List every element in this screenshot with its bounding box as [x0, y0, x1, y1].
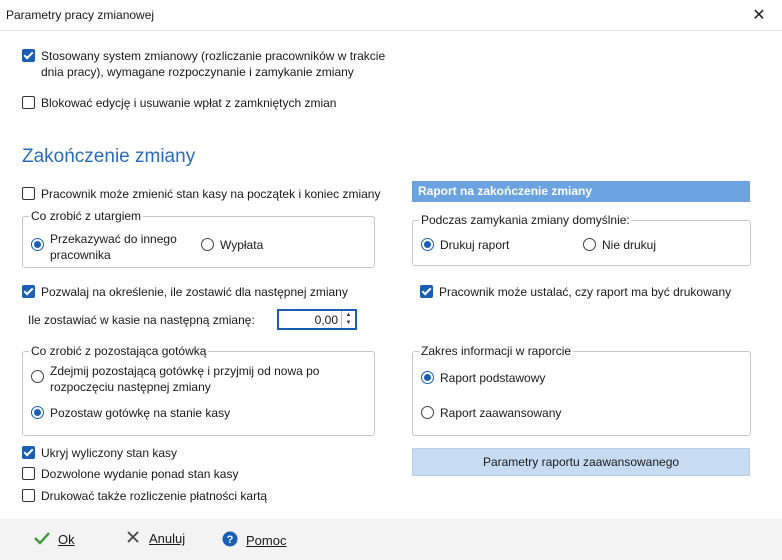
scope-option-advanced[interactable]: Raport zaawansowany	[421, 405, 561, 421]
shift-system-label-2: dnia pracy), wymagane rozpoczynanie i za…	[41, 65, 354, 79]
close-icon[interactable]: ✕	[736, 0, 782, 30]
remaining-group-title: Co zrobić z pozostająca gotówką	[29, 344, 209, 358]
change-cash-checkbox[interactable]: Pracownik może zmienić stan kasy na pocz…	[22, 186, 380, 202]
print-card-label: Drukować także rozliczenie płatności kar…	[41, 489, 268, 503]
checkbox-icon[interactable]	[22, 446, 35, 459]
remaining-option-withdraw[interactable]: Zdejmij pozostającą gotówkę i przyjmij o…	[31, 363, 319, 395]
block-edit-label: Blokować edycję i usuwanie wpłat z zamkn…	[41, 96, 337, 110]
scope-option-basic[interactable]: Raport podstawowy	[421, 370, 545, 386]
report-option-noprint-label: Nie drukuj	[602, 238, 657, 252]
checkbox-icon[interactable]	[22, 285, 35, 298]
checkbox-icon[interactable]	[22, 187, 35, 200]
allow-leave-label: Pozwalaj na określenie, ile zostawić dla…	[41, 285, 348, 299]
leave-amount-spinner[interactable]: 0,00 ▲ ▼	[277, 309, 357, 330]
spin-up-icon[interactable]: ▲	[342, 311, 355, 319]
revenue-option-payout[interactable]: Wypłata	[201, 237, 263, 253]
revenue-option-transfer[interactable]: Przekazywać do innego pracownika	[31, 231, 177, 263]
change-cash-label: Pracownik może zmienić stan kasy na pocz…	[41, 187, 381, 201]
leave-amount-label: Ile zostawiać w kasie na następną zmianę…	[28, 313, 255, 327]
report-scope-group: Zakres informacji w raporcie Raport pods…	[412, 344, 751, 436]
radio-icon[interactable]	[31, 238, 44, 251]
hide-cash-label: Ukryj wyliczony stan kasy	[41, 446, 178, 460]
remaining-group: Co zrobić z pozostająca gotówką Zdejmij …	[22, 344, 375, 436]
footer-bar: Ok Anuluj ? Pomoc	[0, 519, 782, 560]
ok-label: Ok	[58, 532, 75, 547]
employee-decides-label: Pracownik może ustalać, czy raport ma by…	[439, 285, 732, 299]
remaining-option-withdraw-label-1: Zdejmij pozostającą gotówkę i przyjmij o…	[50, 364, 320, 378]
checkbox-icon[interactable]	[420, 285, 433, 298]
shift-system-checkbox[interactable]: Stosowany system zmianowy (rozliczanie p…	[22, 48, 385, 80]
radio-icon[interactable]	[201, 238, 214, 251]
shift-system-label-1: Stosowany system zmianowy (rozliczanie p…	[41, 49, 386, 63]
report-default-group-title: Podczas zamykania zmiany domyślnie:	[419, 213, 632, 227]
employee-decides-checkbox[interactable]: Pracownik może ustalać, czy raport ma by…	[420, 284, 731, 300]
hide-cash-checkbox[interactable]: Ukryj wyliczony stan kasy	[22, 445, 177, 461]
revenue-option-transfer-label-1: Przekazywać do innego	[50, 232, 177, 246]
cancel-button[interactable]: Anuluj	[125, 531, 185, 546]
checkbox-icon[interactable]	[22, 489, 35, 502]
report-scope-group-title: Zakres informacji w raporcie	[419, 344, 574, 358]
dialog-body: Stosowany system zmianowy (rozliczanie p…	[0, 31, 782, 519]
report-section-header: Raport na zakończenie zmiany	[412, 181, 750, 202]
remaining-option-withdraw-label-2: rozpoczęciu następnej zmiany	[50, 380, 211, 394]
radio-icon[interactable]	[31, 406, 44, 419]
radio-icon[interactable]	[421, 371, 434, 384]
cancel-label: Anuluj	[149, 531, 186, 546]
report-option-print-label: Drukuj raport	[440, 238, 510, 252]
help-label: Pomoc	[246, 533, 287, 548]
report-default-group: Podczas zamykania zmiany domyślnie: Druk…	[412, 213, 751, 266]
help-icon: ?	[222, 531, 238, 550]
checkbox-icon[interactable]	[22, 49, 35, 62]
scope-option-advanced-label: Raport zaawansowany	[440, 406, 562, 420]
radio-icon[interactable]	[421, 238, 434, 251]
radio-icon[interactable]	[31, 370, 44, 383]
checkmark-icon	[34, 531, 50, 548]
block-edit-checkbox[interactable]: Blokować edycję i usuwanie wpłat z zamkn…	[22, 95, 336, 111]
end-shift-heading: Zakończenie zmiany	[22, 146, 196, 167]
ok-button[interactable]: Ok	[34, 531, 75, 548]
report-option-print[interactable]: Drukuj raport	[421, 237, 509, 253]
svg-text:?: ?	[227, 534, 234, 546]
print-card-checkbox[interactable]: Drukować także rozliczenie płatności kar…	[22, 488, 267, 504]
radio-icon[interactable]	[583, 238, 596, 251]
advanced-report-params-button[interactable]: Parametry raportu zaawansowanego	[412, 448, 750, 476]
radio-icon[interactable]	[421, 406, 434, 419]
remaining-option-keep[interactable]: Pozostaw gotówkę na stanie kasy	[31, 405, 230, 421]
title-bar: Parametry pracy zmianowej ✕	[0, 0, 782, 31]
allow-over-checkbox[interactable]: Dozwolone wydanie ponad stan kasy	[22, 466, 238, 482]
leave-amount-value[interactable]: 0,00	[315, 313, 338, 327]
checkbox-icon[interactable]	[22, 467, 35, 480]
revenue-group: Co zrobić z utargiem Przekazywać do inne…	[22, 209, 375, 268]
report-option-noprint[interactable]: Nie drukuj	[583, 237, 656, 253]
checkbox-icon[interactable]	[22, 96, 35, 109]
spin-down-icon[interactable]: ▼	[342, 319, 355, 327]
revenue-option-payout-label: Wypłata	[220, 238, 264, 252]
cross-icon	[125, 531, 141, 546]
allow-leave-checkbox[interactable]: Pozwalaj na określenie, ile zostawić dla…	[22, 284, 348, 300]
remaining-option-keep-label: Pozostaw gotówkę na stanie kasy	[50, 406, 231, 420]
scope-option-basic-label: Raport podstawowy	[440, 371, 546, 385]
help-button[interactable]: ? Pomoc	[222, 531, 286, 550]
revenue-option-transfer-label-2: pracownika	[50, 248, 111, 262]
allow-over-label: Dozwolone wydanie ponad stan kasy	[41, 467, 239, 481]
revenue-group-title: Co zrobić z utargiem	[29, 209, 144, 223]
window-title: Parametry pracy zmianowej	[6, 8, 155, 22]
